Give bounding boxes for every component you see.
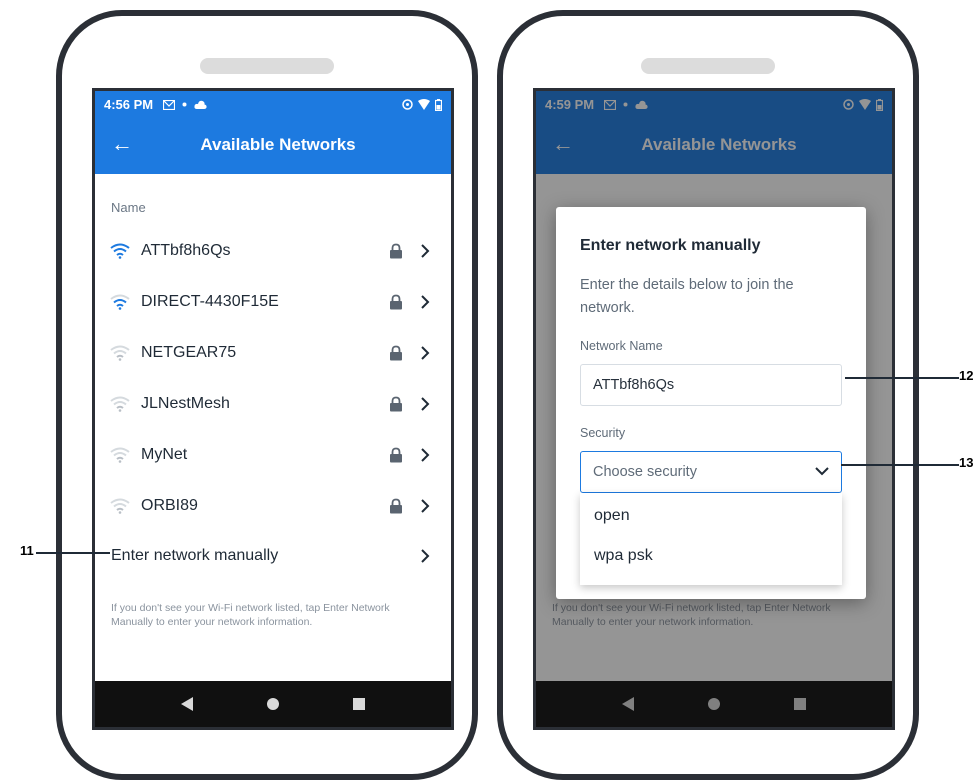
- network-row[interactable]: MyNet: [95, 430, 451, 480]
- chevron-right-icon: [421, 549, 430, 563]
- wifi-signal-icon: [110, 294, 130, 310]
- chevron-right-icon: [421, 397, 430, 411]
- network-name: DIRECT-4430F15E: [141, 293, 279, 310]
- wifi-signal-icon: [110, 345, 130, 361]
- network-name: NETGEAR75: [141, 344, 237, 361]
- battery-icon: [435, 98, 442, 111]
- status-bar: 4:56 PM: [95, 91, 451, 118]
- lock-icon: [390, 294, 402, 310]
- wifi-status-icon: [418, 99, 430, 110]
- android-nav-bar: [95, 681, 451, 727]
- speaker-grille: [641, 58, 775, 74]
- security-option-wpa-psk[interactable]: wpa psk: [594, 547, 653, 565]
- network-name: MyNet: [141, 446, 188, 463]
- network-row[interactable]: DIRECT-4430F15E: [95, 277, 451, 327]
- security-label: Security: [580, 426, 626, 440]
- lock-icon: [390, 345, 402, 361]
- cloud-icon: [194, 100, 207, 109]
- network-row[interactable]: NETGEAR75: [95, 328, 451, 378]
- speaker-grille: [200, 58, 334, 74]
- chevron-down-icon: [815, 467, 829, 476]
- left-screen: 4:56 PM ← Available Networks Name ATTbf8…: [92, 88, 454, 730]
- app-bar: ← Available Networks: [95, 118, 451, 174]
- network-row[interactable]: ORBI89: [95, 481, 451, 531]
- lock-icon: [390, 498, 402, 514]
- callout-13: 13: [959, 455, 974, 470]
- column-header-name: Name: [111, 200, 146, 215]
- network-name: ORBI89: [141, 497, 198, 514]
- security-select[interactable]: Choose security: [580, 451, 842, 493]
- mail-icon: [163, 99, 176, 110]
- network-name-label: Network Name: [580, 339, 663, 353]
- network-name: ATTbf8h6Qs: [141, 242, 231, 259]
- page-title: Available Networks: [200, 135, 356, 154]
- wifi-signal-icon: [110, 447, 130, 463]
- nav-back-icon[interactable]: [181, 697, 194, 711]
- chevron-right-icon: [421, 499, 430, 513]
- chevron-right-icon: [421, 448, 430, 462]
- help-text: If you don't see your Wi-Fi network list…: [111, 602, 390, 628]
- dialog-description: Enter the details below to join the netw…: [580, 277, 794, 316]
- network-name-value: ATTbf8h6Qs: [593, 377, 675, 393]
- right-screen: 4:59 PM ← Available Networks If you don'…: [533, 88, 895, 730]
- security-placeholder: Choose security: [593, 464, 697, 480]
- dot-icon: [182, 102, 187, 107]
- wifi-signal-icon: [110, 396, 130, 412]
- lock-icon: [390, 447, 402, 463]
- wifi-signal-icon: [110, 243, 130, 259]
- network-list: Name ATTbf8h6Qs DIRECT-4430F15E NETGEAR75 J…: [95, 174, 451, 681]
- nav-recents-icon[interactable]: [352, 698, 365, 710]
- right-phone-frame: 4:59 PM ← Available Networks If you don'…: [497, 10, 919, 780]
- callout-11: 11: [20, 543, 34, 558]
- network-name: JLNestMesh: [141, 395, 230, 412]
- nav-home-icon[interactable]: [266, 697, 280, 711]
- lock-icon: [390, 396, 402, 412]
- status-time: 4:56 PM: [104, 97, 154, 112]
- network-row[interactable]: JLNestMesh: [95, 379, 451, 429]
- chevron-right-icon: [421, 346, 430, 360]
- wifi-signal-icon: [110, 498, 130, 514]
- chevron-right-icon: [421, 244, 430, 258]
- left-phone-frame: 4:56 PM ← Available Networks Name ATTbf8…: [56, 10, 478, 780]
- callout-12: 12: [959, 368, 974, 383]
- network-name-input[interactable]: ATTbf8h6Qs: [580, 364, 842, 406]
- callout-13-line: [841, 464, 959, 466]
- callout-12-line: [845, 377, 959, 379]
- enter-network-manually-row[interactable]: Enter network manually: [95, 531, 451, 581]
- sync-icon: [402, 99, 413, 110]
- security-option-open[interactable]: open: [594, 507, 630, 525]
- enter-network-dialog: Enter network manually Enter the details…: [556, 207, 866, 599]
- lock-icon: [390, 243, 402, 259]
- chevron-right-icon: [421, 295, 430, 309]
- network-row[interactable]: ATTbf8h6Qs: [95, 226, 451, 276]
- callout-11-line: [36, 552, 110, 554]
- enter-network-manually-label: Enter network manually: [111, 547, 279, 564]
- security-dropdown: open wpa psk: [580, 493, 842, 585]
- dialog-title: Enter network manually: [580, 237, 761, 254]
